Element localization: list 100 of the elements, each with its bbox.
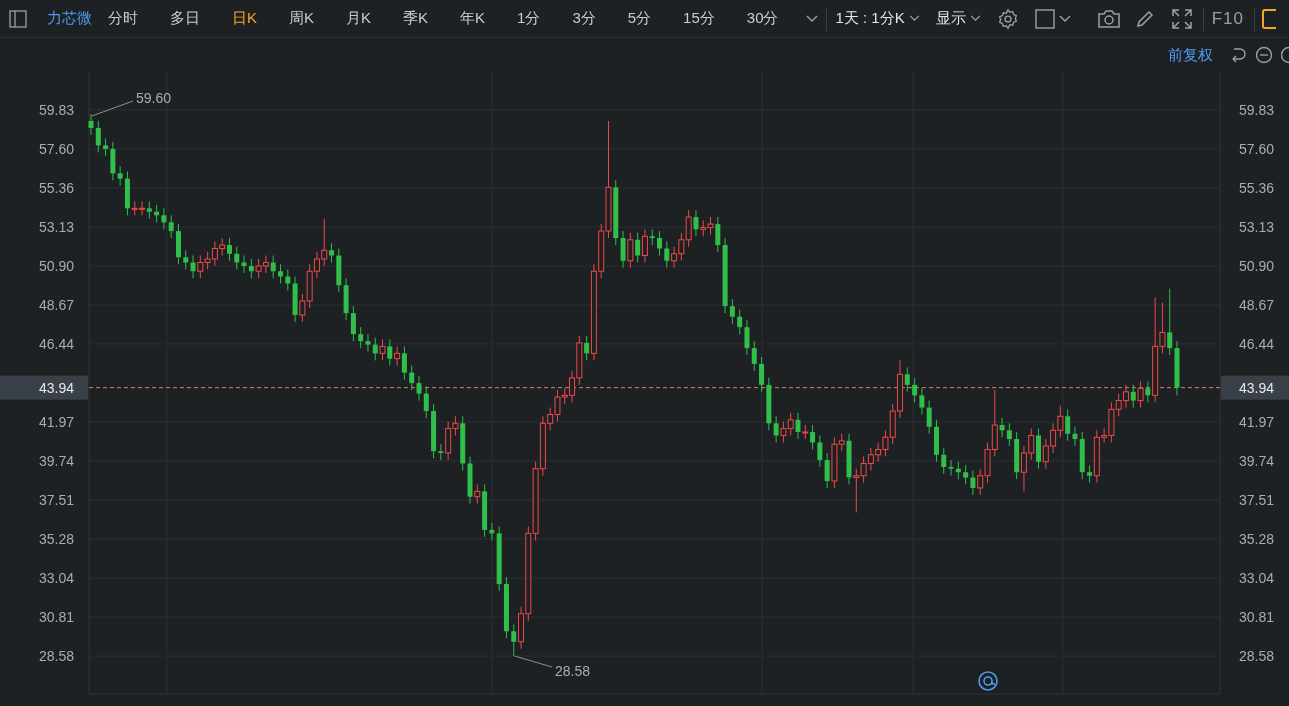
dropdown[interactable]: 显示 bbox=[935, 7, 981, 30]
candlestick bbox=[963, 464, 969, 485]
candlestick bbox=[1167, 288, 1173, 356]
candlestick bbox=[248, 258, 254, 279]
period-tab[interactable]: 5分 bbox=[619, 7, 660, 30]
y-axis-label: 46.44 bbox=[1238, 335, 1274, 352]
leader-line bbox=[91, 100, 134, 117]
candlestick bbox=[168, 214, 174, 239]
candlestick bbox=[117, 165, 123, 187]
y-axis-label: 33.04 bbox=[1238, 570, 1274, 587]
current-price-tag: 43.94 bbox=[1221, 375, 1289, 400]
y-axis-label: 28.58 bbox=[1238, 648, 1274, 665]
candlestick bbox=[744, 319, 750, 356]
candlestick bbox=[635, 232, 641, 263]
y-axis-label: 53.13 bbox=[38, 219, 74, 235]
candlestick bbox=[183, 249, 189, 270]
candlestick bbox=[379, 338, 386, 361]
candlestick bbox=[329, 242, 335, 263]
pencil-icon[interactable] bbox=[1134, 8, 1155, 29]
period-tab[interactable]: 多日 bbox=[162, 7, 208, 30]
candlestick bbox=[241, 255, 247, 274]
candlestick bbox=[161, 207, 167, 230]
candlestick bbox=[285, 268, 291, 291]
f10-link[interactable]: F10 bbox=[1211, 5, 1244, 32]
period-tab[interactable]: 1分 bbox=[509, 7, 549, 30]
y-axis-label: 30.81 bbox=[38, 609, 74, 626]
at-sign-icon[interactable] bbox=[978, 671, 998, 691]
adjustment-selector[interactable]: 前复权 bbox=[1168, 43, 1213, 67]
dropdown[interactable]: 1天 : 1分K bbox=[835, 7, 920, 30]
candlestick bbox=[372, 337, 378, 361]
candlestick bbox=[693, 209, 699, 237]
candlestick bbox=[941, 447, 947, 475]
y-axis-label: 57.60 bbox=[1238, 140, 1274, 157]
period-tab[interactable]: 日K bbox=[224, 7, 265, 30]
candlestick bbox=[1130, 384, 1136, 409]
candlestick bbox=[715, 216, 721, 253]
candlestick bbox=[773, 415, 779, 444]
y-axis-label: 41.97 bbox=[1238, 414, 1274, 431]
y-axis-label: 57.60 bbox=[38, 140, 74, 157]
candlestick bbox=[409, 365, 415, 391]
candlestick bbox=[1006, 422, 1012, 447]
candlestick bbox=[810, 424, 816, 450]
y-axis-label: 46.44 bbox=[38, 335, 74, 352]
period-tab[interactable]: 月K bbox=[338, 7, 380, 30]
chevron-down-icon[interactable] bbox=[806, 14, 819, 23]
chevron-down-icon bbox=[908, 15, 920, 22]
period-tab[interactable]: 15分 bbox=[675, 7, 723, 30]
candlestick bbox=[401, 345, 407, 381]
candlestick bbox=[1065, 408, 1071, 442]
y-axis-label: 39.74 bbox=[38, 453, 74, 470]
candlestick bbox=[627, 232, 634, 269]
candlestick bbox=[817, 435, 823, 468]
candlestick bbox=[620, 230, 626, 269]
y-axis-label: 59.83 bbox=[1238, 101, 1274, 118]
fullscreen-icon[interactable] bbox=[1170, 7, 1193, 30]
stock-name: 力芯微 bbox=[47, 8, 92, 29]
y-axis-label: 33.04 bbox=[38, 570, 74, 587]
candlestick bbox=[416, 375, 422, 402]
y-axis-label: 50.90 bbox=[38, 258, 74, 274]
ref-line-label: 43.94 bbox=[38, 379, 75, 396]
chevron-down-icon bbox=[969, 15, 981, 22]
candlestick bbox=[1145, 380, 1151, 403]
period-tab[interactable]: 分时 bbox=[100, 7, 146, 30]
square-dropdown[interactable] bbox=[1034, 8, 1071, 29]
period-tab[interactable]: 季K bbox=[395, 7, 437, 30]
y-axis-label: 30.81 bbox=[1238, 609, 1274, 626]
square-icon bbox=[1034, 8, 1055, 29]
candlestick bbox=[729, 298, 735, 325]
candlestick bbox=[234, 246, 240, 270]
candlestick bbox=[641, 228, 648, 263]
y-axis-label: 35.28 bbox=[1238, 531, 1274, 547]
y-axis-label: 28.58 bbox=[38, 648, 74, 665]
period-tab[interactable]: 周K bbox=[281, 7, 323, 30]
chevron-down-icon bbox=[1058, 14, 1071, 23]
candlestick bbox=[904, 366, 910, 393]
period-tab[interactable]: 30分 bbox=[738, 7, 787, 30]
candlestick bbox=[365, 333, 371, 353]
leader-line bbox=[514, 655, 553, 668]
candlestick bbox=[970, 469, 976, 496]
candlestick bbox=[1072, 426, 1078, 447]
period-tab[interactable]: 3分 bbox=[564, 7, 604, 30]
candlestick bbox=[438, 443, 444, 461]
candlestick bbox=[737, 309, 743, 335]
settings-icon[interactable] bbox=[996, 7, 1019, 30]
candlestick bbox=[795, 412, 801, 440]
candlestick bbox=[511, 623, 517, 657]
price-annotation: 59.60 bbox=[136, 90, 172, 106]
panel-toggle-icon[interactable] bbox=[9, 9, 27, 28]
y-axis-label: 37.51 bbox=[1238, 492, 1274, 508]
candlestick bbox=[657, 230, 663, 257]
camera-icon[interactable] bbox=[1096, 8, 1121, 29]
candlestick bbox=[95, 120, 101, 153]
candlestick bbox=[270, 255, 276, 279]
candlestick bbox=[474, 483, 481, 505]
candlestick bbox=[423, 386, 429, 419]
zoom-out-icon[interactable] bbox=[1255, 46, 1273, 64]
candlestick bbox=[358, 326, 364, 349]
candlestick bbox=[664, 241, 670, 269]
y-axis-label: 48.67 bbox=[38, 296, 74, 313]
period-tab[interactable]: 年K bbox=[452, 7, 494, 30]
